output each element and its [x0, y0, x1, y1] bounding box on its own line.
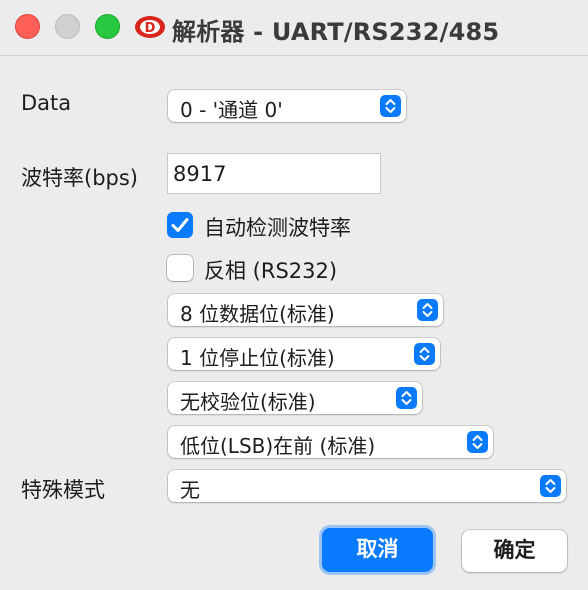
data-channel-select[interactable]: 0 - '通道 0' [168, 90, 406, 122]
minimize-window-button[interactable] [55, 14, 80, 39]
data-bits-select[interactable]: 8 位数据位(标准) [168, 294, 443, 326]
special-mode-label: 特殊模式 [21, 478, 105, 502]
auto-baud-label[interactable]: 自动检测波特率 [204, 212, 351, 242]
updown-chevron-icon [467, 431, 488, 453]
data-channel-value: 0 - '通道 0' [180, 98, 283, 122]
bit-order-value: 低位(LSB)在前 (标准) [180, 434, 376, 458]
svg-text:D: D [145, 21, 156, 36]
stop-bits-value: 1 位停止位(标准) [180, 346, 335, 370]
updown-chevron-icon [417, 299, 438, 321]
close-window-button[interactable] [15, 14, 40, 39]
title-bar: D 解析器 - UART/RS232/485 [0, 0, 588, 56]
ok-button[interactable]: 确定 [462, 530, 567, 572]
updown-chevron-icon [396, 387, 417, 409]
data-channel-label: Data [21, 91, 72, 115]
baud-rate-value: 8917 [173, 162, 227, 186]
updown-chevron-icon [540, 475, 561, 497]
cancel-button[interactable]: 取消 [322, 528, 433, 572]
window-title: 解析器 - UART/RS232/485 [172, 18, 500, 46]
baud-rate-label: 波特率(bps) [21, 166, 138, 190]
baud-rate-input[interactable]: 8917 [167, 153, 381, 194]
updown-chevron-icon [414, 343, 435, 365]
auto-baud-checkbox[interactable] [167, 212, 193, 238]
special-mode-value: 无 [180, 478, 200, 502]
stop-bits-select[interactable]: 1 位停止位(标准) [168, 338, 440, 370]
special-mode-select[interactable]: 无 [168, 470, 566, 502]
data-bits-value: 8 位数据位(标准) [180, 302, 335, 326]
parity-select[interactable]: 无校验位(标准) [168, 382, 422, 414]
logic-analyzer-logo-icon: D [135, 16, 165, 38]
parity-value: 无校验位(标准) [180, 390, 316, 414]
bit-order-select[interactable]: 低位(LSB)在前 (标准) [168, 426, 493, 458]
invert-rs232-label[interactable]: 反相 (RS232) [204, 255, 337, 285]
zoom-window-button[interactable] [95, 14, 120, 39]
updown-chevron-icon [380, 95, 401, 117]
invert-rs232-checkbox[interactable] [167, 255, 193, 281]
checkmark-icon [171, 218, 189, 232]
